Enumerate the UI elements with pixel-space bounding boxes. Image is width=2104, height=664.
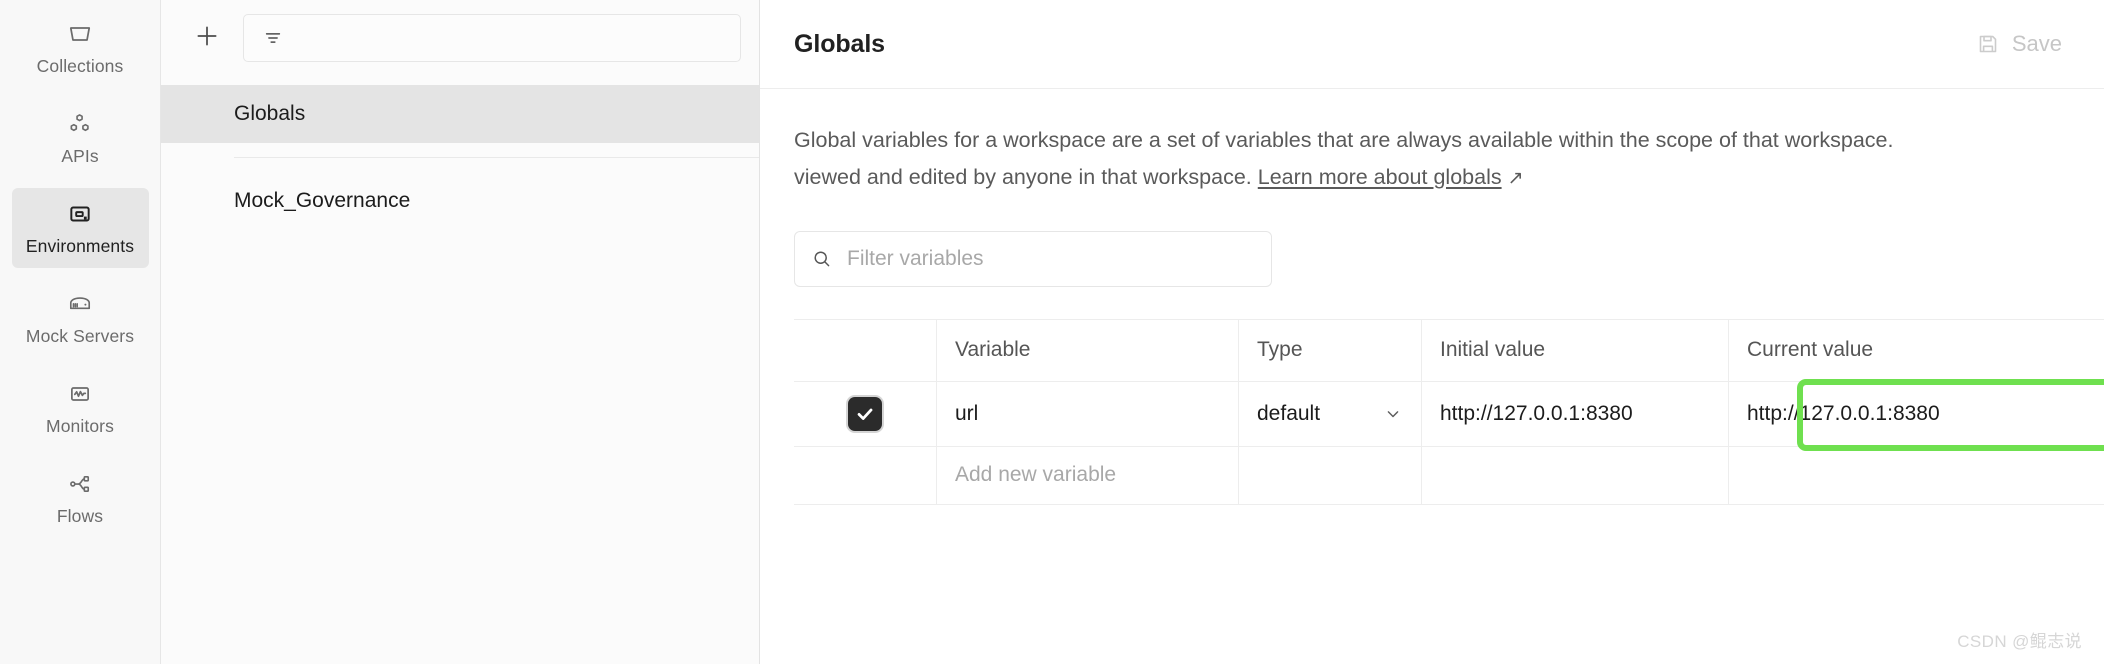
sidebar-item-flows[interactable]: Flows [12,458,149,538]
monitors-icon [65,379,95,409]
variable-name-cell[interactable]: url [937,381,1239,446]
external-link-arrow-icon: ↗ [1507,167,1524,189]
variables-table: Variable Type Initial value Current valu… [794,318,2104,505]
sidebar-item-apis[interactable]: APIs [12,98,149,178]
environments-toolbar [161,0,759,76]
chevron-down-icon [1383,404,1403,424]
header-cell-type: Type [1239,319,1422,381]
collections-icon [65,19,95,49]
variable-initial-value-cell[interactable]: http://127.0.0.1:8380 [1422,381,1729,446]
filter-variables-wrap: Filter variables [794,230,2104,287]
row-select-cell [794,381,937,446]
main-header: Globals Save [760,0,2104,89]
learn-more-link[interactable]: Learn more about globals [1258,165,1502,189]
description-line-2-text: viewed and edited by anyone in that work… [794,164,1252,189]
watermark: CSDN @鲲志说 [1957,632,2082,651]
environment-item-label: Globals [234,102,306,125]
list-divider [234,157,759,158]
globals-description: Global variables for a workspace are a s… [794,123,2104,195]
header-cell-variable: Variable [937,319,1239,381]
environments-list: Globals Mock_Governance [161,76,759,664]
sidebar-item-monitors[interactable]: Monitors [12,368,149,448]
environment-item-globals[interactable]: Globals [161,85,759,143]
sidebar-item-label: Environments [25,236,135,256]
main-body: Global variables for a workspace are a s… [760,89,2104,505]
primary-sidebar: Collections APIs Environments Mock Serve… [0,0,161,664]
add-row-current-value-cell[interactable] [1729,447,2104,504]
add-new-variable-input[interactable]: Add new variable [937,446,1239,504]
header-cell-current-value: Current value [1747,338,1874,362]
sidebar-item-label: Collections [36,56,124,76]
sidebar-item-collections[interactable]: Collections [12,8,149,88]
add-row-type-cell[interactable] [1239,446,1422,504]
sidebar-item-label: Mock Servers [25,326,135,346]
filter-icon [262,27,284,49]
variable-type-value: default [1257,401,1321,425]
variable-current-value-cell[interactable]: http://127.0.0.1:8380 [1729,382,2104,446]
table-add-row[interactable]: Add new variable [794,446,2104,504]
filter-variables-placeholder: Filter variables [847,246,984,270]
description-line-2: viewed and edited by anyone in that work… [794,160,2104,195]
filter-variables-input[interactable]: Filter variables [794,230,1272,287]
save-disk-icon [1976,32,2000,56]
page-title: Globals [794,29,885,58]
table-header-row: Variable Type Initial value Current valu… [794,319,2104,382]
postman-environments-screen: Collections APIs Environments Mock Serve… [0,0,2104,664]
main-content: Globals Save Global variables for a work… [760,0,2104,664]
sidebar-item-environments[interactable]: Environments [11,188,149,268]
variable-type-cell[interactable]: default [1239,381,1422,446]
header-cell-select [794,319,937,381]
environments-filter-input[interactable] [243,14,741,62]
sidebar-item-label: Flows [56,506,104,526]
apis-icon [65,109,95,139]
save-label: Save [2011,31,2062,56]
sidebar-item-label: Monitors [46,416,114,436]
save-button[interactable]: Save [1968,25,2070,63]
sidebar-item-label: APIs [61,146,99,166]
add-row-initial-value-cell[interactable] [1422,446,1729,504]
search-icon [811,248,833,270]
plus-icon [193,22,221,55]
flows-icon [65,469,95,499]
description-line-1: Global variables for a workspace are a s… [794,128,1894,152]
mock-servers-icon [65,289,95,319]
variable-enabled-checkbox[interactable] [848,396,882,431]
header-cell-initial-value: Initial value [1422,319,1729,381]
environment-item-label: Mock_Governance [234,189,411,212]
environment-item-mock-governance[interactable]: Mock_Governance [161,172,759,230]
create-environment-button[interactable] [185,16,229,60]
sidebar-item-mock-servers[interactable]: Mock Servers [12,278,149,358]
environments-list-panel: Globals Mock_Governance [161,0,760,664]
add-row-select-cell [794,446,937,504]
table-row: url default http://127.0.0.1:8380 http:/… [794,378,2104,451]
environments-icon [65,199,95,229]
